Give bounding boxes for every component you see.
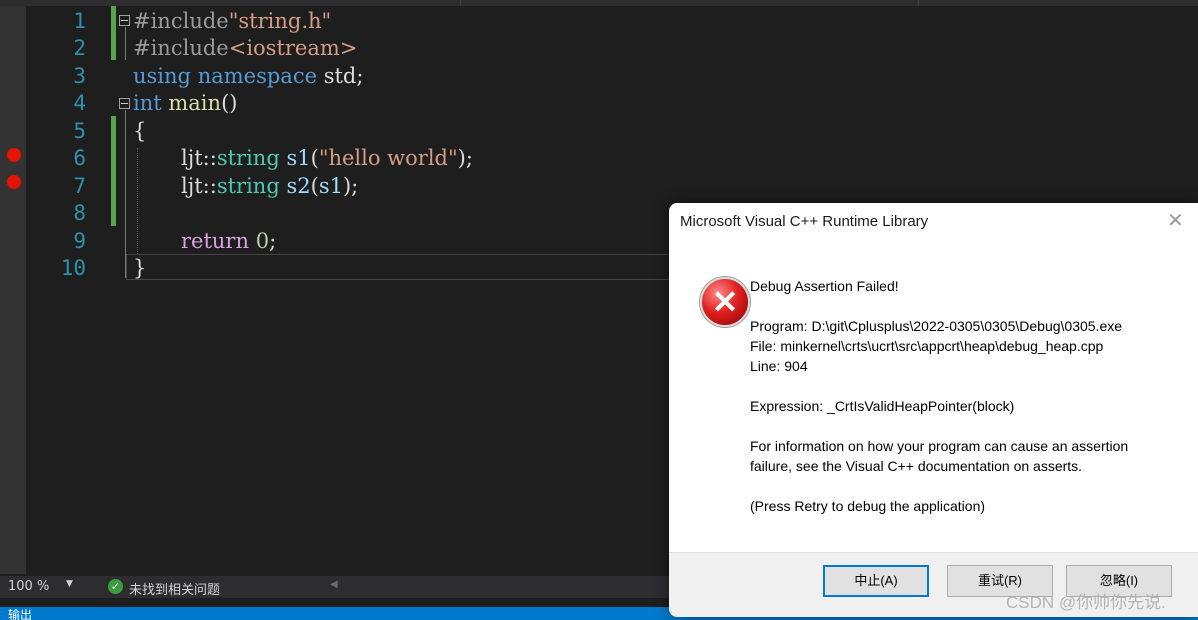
- line-number: 10: [60, 256, 86, 280]
- code-text[interactable]: }: [133, 255, 146, 282]
- assertion-heading: Debug Assertion Failed!: [750, 278, 899, 294]
- output-tab[interactable]: 输出: [8, 609, 32, 620]
- code-line: 7 ljt::string s2(s1);: [0, 173, 700, 200]
- line-number: 6: [73, 146, 86, 170]
- dialog-title: Microsoft Visual C++ Runtime Library: [680, 213, 929, 230]
- zoom-level[interactable]: 100 %: [8, 579, 49, 594]
- code-line: 5 {: [0, 118, 700, 145]
- code-line: 2 #include<iostream>: [0, 35, 700, 62]
- line-number: 3: [73, 64, 86, 88]
- file-path: File: minkernel\crts\ucrt\src\appcrt\hea…: [750, 338, 1104, 354]
- issues-status[interactable]: 未找到相关问题: [129, 579, 220, 598]
- line-number: 5: [73, 119, 86, 143]
- info-text-line: For information on how your program can …: [750, 438, 1129, 454]
- line-number: 4: [73, 91, 86, 115]
- info-text-line: failure, see the Visual C++ documentatio…: [750, 458, 1083, 474]
- chevron-down-icon[interactable]: ▼: [66, 579, 73, 589]
- runtime-error-dialog: Microsoft Visual C++ Runtime Library ✕ ✕…: [669, 203, 1198, 617]
- code-text[interactable]: using namespace std;: [133, 63, 363, 90]
- abort-button[interactable]: 中止(A): [823, 565, 929, 597]
- retry-hint: (Press Retry to debug the application): [750, 498, 986, 514]
- line-number: 1: [73, 9, 86, 33]
- line-number: 8: [73, 201, 86, 225]
- code-line: 3 using namespace std;: [0, 63, 700, 90]
- check-circle-icon: ✓: [108, 579, 123, 594]
- code-text[interactable]: return 0;: [181, 228, 276, 255]
- program-path: Program: D:\git\Cplusplus\2022-0305\0305…: [750, 318, 1123, 334]
- scroll-left-icon[interactable]: ◀: [330, 579, 338, 590]
- code-line: 9 return 0;: [0, 228, 700, 255]
- code-line: 1 #include"string.h": [0, 8, 700, 35]
- line-number-info: Line: 904: [750, 358, 808, 374]
- line-number: 9: [73, 229, 86, 253]
- expression-info: Expression: _CrtIsValidHeapPointer(block…: [750, 398, 1015, 414]
- code-text[interactable]: ljt::string s2(s1);: [181, 173, 358, 200]
- code-line: 4 int main(): [0, 90, 700, 117]
- line-number: 2: [73, 36, 86, 60]
- close-icon[interactable]: ✕: [1167, 211, 1184, 231]
- code-line: 8: [0, 200, 700, 227]
- code-text[interactable]: #include"string.h": [133, 8, 331, 35]
- watermark: CSDN @你帅你先说.: [1006, 593, 1166, 612]
- error-icon: ✕: [700, 277, 750, 327]
- code-line: 6 ljt::string s1("hello world");: [0, 145, 700, 172]
- code-text[interactable]: ljt::string s1("hello world");: [181, 145, 473, 172]
- code-text[interactable]: #include<iostream>: [133, 35, 357, 62]
- code-text[interactable]: {: [133, 118, 146, 145]
- code-line: 10 }: [0, 255, 700, 282]
- line-number: 7: [73, 174, 86, 198]
- code-text[interactable]: int main(): [133, 90, 237, 117]
